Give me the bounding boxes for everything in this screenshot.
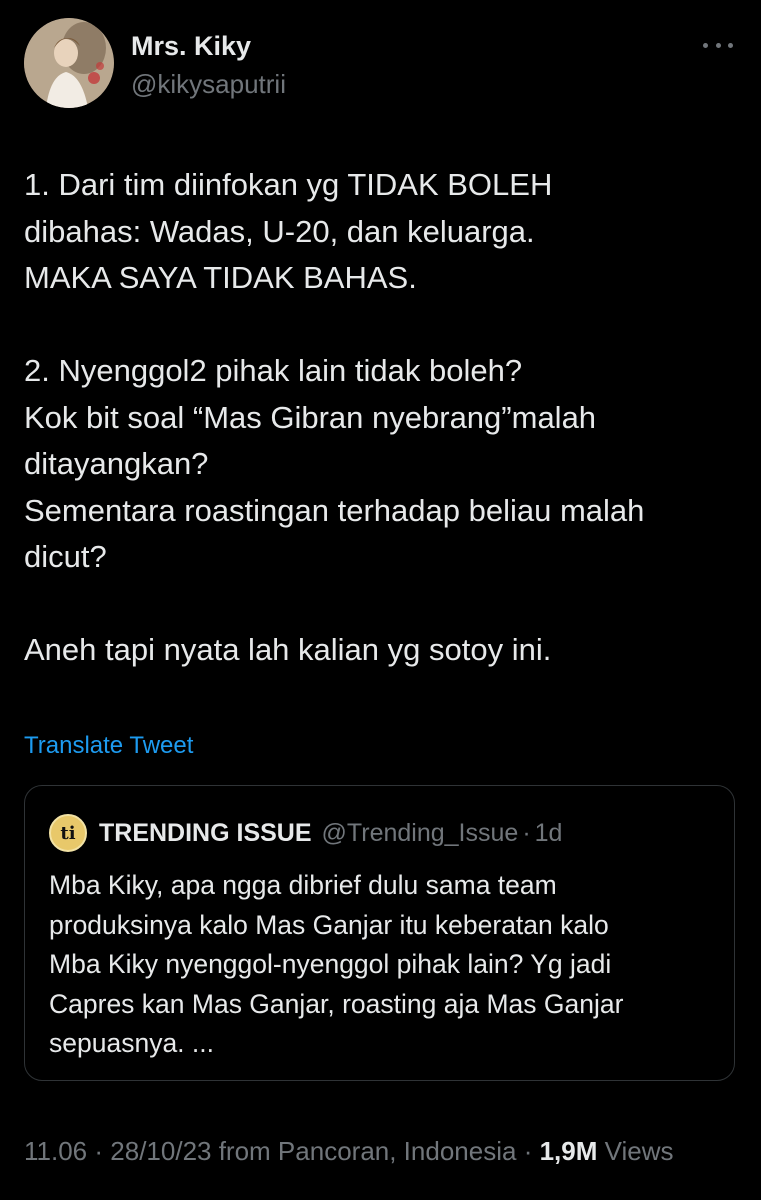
quoted-line: sepuasnya. ... xyxy=(49,1028,214,1058)
quoted-line: Mba Kiky nyenggol-nyenggol pihak lain? Y… xyxy=(49,949,612,979)
quoted-timestamp[interactable]: 1d xyxy=(535,819,563,848)
translate-tweet-link[interactable]: Translate Tweet xyxy=(24,728,193,764)
tweet-date-location[interactable]: 28/10/23 from Pancoran, Indonesia xyxy=(110,1136,516,1166)
views-count[interactable]: 1,9M xyxy=(540,1136,598,1166)
quoted-separator: · xyxy=(522,818,531,847)
more-dot xyxy=(703,42,708,48)
tweet-metadata: 11.06 · 28/10/23 from Pancoran, Indonesi… xyxy=(24,1130,736,1172)
tweet-line: dicut? xyxy=(24,539,107,574)
tweet-line: Aneh tapi nyata lah kalian yg sotoy ini. xyxy=(24,632,552,667)
quoted-author-handle[interactable]: @Trending_Issue xyxy=(322,819,519,848)
tweet-line: Sementara roastingan terhadap beliau mal… xyxy=(24,492,645,528)
meta-separator: · xyxy=(523,1136,533,1166)
more-dot xyxy=(728,42,733,48)
quoted-line: Mba Kiky, apa ngga dibrief dulu sama tea… xyxy=(49,870,557,900)
tweet-line: dibahas: Wadas, U-20, dan keluarga. xyxy=(24,213,535,249)
tweet-time[interactable]: 11.06 xyxy=(24,1136,87,1166)
tweet-line: 2. Nyenggol2 pihak lain tidak boleh? xyxy=(24,353,523,388)
author-handle[interactable]: @kikysaputrii xyxy=(131,68,286,100)
meta-separator: · xyxy=(94,1136,104,1166)
more-horizontal-icon[interactable] xyxy=(703,40,733,50)
views-label[interactable]: Views xyxy=(605,1136,674,1166)
author-avatar[interactable] xyxy=(24,18,114,108)
more-dot xyxy=(715,42,721,48)
quoted-line: Capres kan Mas Ganjar, roasting aja Mas … xyxy=(49,988,624,1019)
tweet-line: 1. Dari tim diinfokan yg TIDAK BOLEH xyxy=(24,167,553,202)
trending-issue-logo[interactable]: ti xyxy=(49,814,87,852)
quoted-tweet-header: ti TRENDING ISSUE @Trending_Issue · 1d xyxy=(49,814,562,852)
quoted-tweet-card[interactable]: ti TRENDING ISSUE @Trending_Issue · 1d M… xyxy=(24,785,735,1081)
tweet-text: 1. Dari tim diinfokan yg TIDAK BOLEH dib… xyxy=(24,162,736,674)
tweet-line: MAKA SAYA TIDAK BAHAS. xyxy=(24,260,417,295)
quoted-author-name[interactable]: TRENDING ISSUE xyxy=(99,819,312,848)
quoted-line: produksinya kalo Mas Ganjar itu keberata… xyxy=(49,909,609,940)
tweet-line: ditayangkan? xyxy=(24,446,209,481)
tweet-line: Kok bit soal “Mas Gibran nyebrang”malah xyxy=(24,399,597,435)
quoted-tweet-text: Mba Kiky, apa ngga dibrief dulu sama tea… xyxy=(49,866,719,1064)
author-name[interactable]: Mrs. Kiky xyxy=(131,30,251,62)
